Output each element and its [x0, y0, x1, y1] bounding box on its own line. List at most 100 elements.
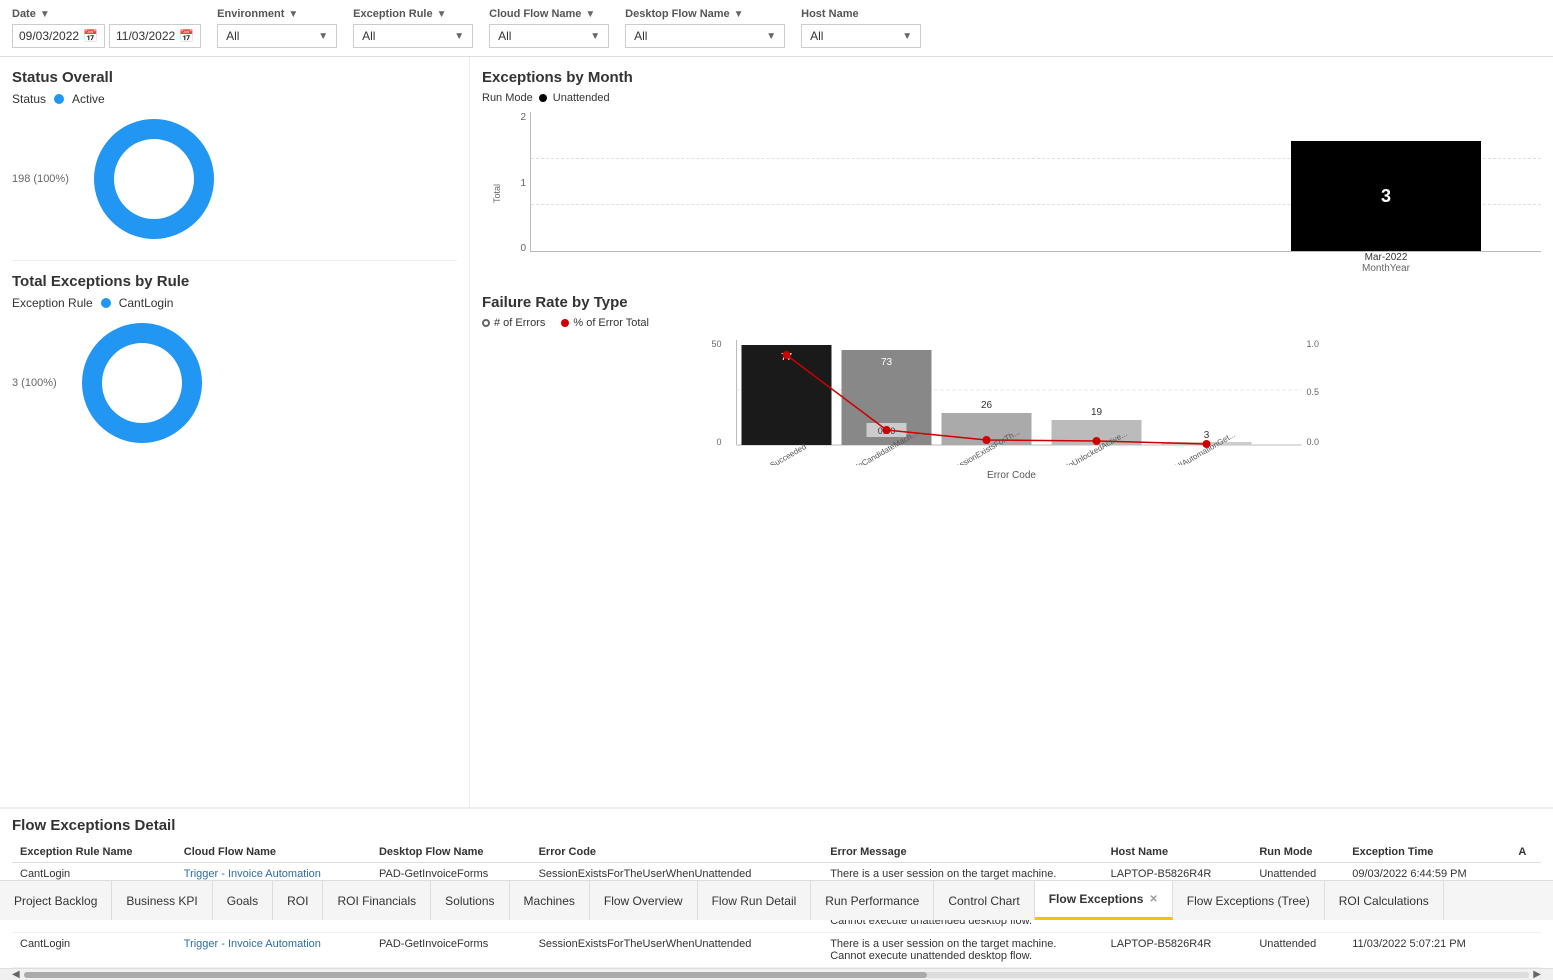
- filter-bar: Date ▼ 09/03/2022 📅 11/03/2022 📅 Environ…: [0, 0, 1553, 57]
- svg-text:1.0: 1.0: [1307, 339, 1320, 349]
- cell-time: 11/03/2022 5:07:21 PM: [1344, 933, 1510, 968]
- status-row: Status Active: [12, 92, 457, 106]
- tab-goals[interactable]: Goals: [213, 881, 273, 920]
- run-mode-dot: [539, 94, 547, 102]
- y-axis-label: Total: [492, 112, 502, 274]
- failure-rate-title: Failure Rate by Type: [482, 294, 1541, 311]
- tab-label: Machines: [524, 894, 575, 908]
- host-select[interactable]: All ▼: [801, 24, 921, 48]
- col-rule-name: Exception Rule Name: [12, 842, 176, 863]
- calendar-icon-2[interactable]: 📅: [179, 29, 194, 43]
- error-dot-2: [883, 426, 891, 434]
- run-mode-label: Run Mode: [482, 92, 533, 104]
- right-panel: Exceptions by Month Run Mode Unattended …: [470, 57, 1553, 807]
- status-active-dot: [54, 94, 64, 104]
- date-chevron-icon: ▼: [40, 9, 50, 20]
- tab-flow-exceptions[interactable]: Flow Exceptions ✕: [1035, 881, 1173, 920]
- month-label: Mar-2022: [1291, 252, 1481, 263]
- scroll-track[interactable]: [24, 972, 1530, 978]
- exception-filter-group: Exception Rule ▼ All ▼: [353, 8, 473, 48]
- tab-roi-calculations[interactable]: ROI Calculations: [1325, 881, 1444, 920]
- host-filter-group: Host Name All ▼: [801, 8, 921, 48]
- desktop-flow-select[interactable]: All ▼: [625, 24, 785, 48]
- exception-rule-row: Exception Rule CantLogin: [12, 296, 457, 310]
- exception-chevron-icon: ▼: [437, 9, 447, 20]
- left-panel: Status Overall Status Active 198 (100%) …: [0, 57, 470, 807]
- tab-machines[interactable]: Machines: [510, 881, 590, 920]
- cloud-flow-chevron-icon: ▼: [585, 9, 595, 20]
- tab-run-performance[interactable]: Run Performance: [811, 881, 934, 920]
- cell-cloud-flow[interactable]: Trigger - Invoice Automation: [176, 933, 371, 968]
- cell-error-message: There is a user session on the target ma…: [822, 933, 1102, 968]
- svg-text:19: 19: [1091, 407, 1103, 418]
- tab-label: ROI: [287, 894, 308, 908]
- tab-label: Flow Exceptions: [1049, 892, 1144, 906]
- table-row: CantLogin Trigger - Invoice Automation P…: [12, 933, 1541, 968]
- date-filter-group: Date ▼ 09/03/2022 📅 11/03/2022 📅: [12, 8, 201, 48]
- legend-pct: % of Error Total: [561, 317, 649, 329]
- exceptions-chart-wrapper: 2 1 0 3: [506, 112, 1541, 274]
- date-from-input[interactable]: 09/03/2022 📅: [12, 24, 105, 48]
- col-a: A: [1510, 842, 1541, 863]
- exception-rule-value: CantLogin: [119, 296, 174, 310]
- date-to-input[interactable]: 11/03/2022 📅: [109, 24, 201, 48]
- svg-text:Succeeded: Succeeded: [769, 442, 808, 465]
- tab-label: ROI Calculations: [1339, 894, 1429, 908]
- failure-x-label: Error Code: [522, 470, 1501, 481]
- exception-dropdown-icon: ▼: [454, 31, 464, 42]
- status-overall-title: Status Overall: [12, 69, 457, 86]
- tab-close-icon[interactable]: ✕: [1149, 894, 1157, 905]
- failure-legend: # of Errors % of Error Total: [482, 317, 1541, 329]
- exception-select[interactable]: All ▼: [353, 24, 473, 48]
- tab-flow-run-detail[interactable]: Flow Run Detail: [698, 881, 812, 920]
- date-filter-label: Date ▼: [12, 8, 201, 20]
- tab-label: Flow Overview: [604, 894, 683, 908]
- col-error-code: Error Code: [531, 842, 823, 863]
- tab-label: Flow Run Detail: [712, 894, 797, 908]
- cell-run-mode: Unattended: [1251, 933, 1344, 968]
- month-label-area: Mar-2022 MonthYear: [1291, 252, 1481, 274]
- desktop-flow-dropdown-icon: ▼: [766, 31, 776, 42]
- desktop-flow-filter-label: Desktop Flow Name ▼: [625, 8, 785, 20]
- calendar-icon[interactable]: 📅: [83, 29, 98, 43]
- col-host: Host Name: [1103, 842, 1252, 863]
- exceptions-bar: 3: [1291, 141, 1481, 251]
- tab-flow-exceptions-(tree)[interactable]: Flow Exceptions (Tree): [1173, 881, 1325, 920]
- tab-flow-overview[interactable]: Flow Overview: [590, 881, 698, 920]
- tab-roi[interactable]: ROI: [273, 881, 323, 920]
- scroll-left-arrow[interactable]: ◀: [12, 969, 20, 980]
- horizontal-scrollbar[interactable]: ◀ ▶: [0, 968, 1553, 980]
- tab-label: Goals: [227, 894, 258, 908]
- run-mode-row: Run Mode Unattended: [482, 92, 1541, 104]
- env-chevron-icon: ▼: [288, 9, 298, 20]
- cloud-flow-dropdown-icon: ▼: [590, 31, 600, 42]
- tab-roi-financials[interactable]: ROI Financials: [323, 881, 431, 920]
- status-value: Active: [72, 92, 105, 106]
- total-exceptions-title: Total Exceptions by Rule: [12, 273, 457, 290]
- tab-label: Business KPI: [126, 894, 197, 908]
- scroll-right-arrow[interactable]: ▶: [1533, 969, 1541, 980]
- x-label-area: Mar-2022 MonthYear: [530, 252, 1541, 274]
- exceptions-chart-body: 3: [530, 112, 1541, 252]
- tab-control-chart[interactable]: Control Chart: [934, 881, 1034, 920]
- date-inputs: 09/03/2022 📅 11/03/2022 📅: [12, 24, 201, 48]
- env-select[interactable]: All ▼: [217, 24, 337, 48]
- exceptions-chart-area: Total 2 1 0 3: [492, 112, 1541, 274]
- exceptions-by-month-title: Exceptions by Month: [482, 69, 1541, 86]
- cloud-flow-select[interactable]: All ▼: [489, 24, 609, 48]
- svg-text:26: 26: [981, 400, 993, 411]
- tab-label: Flow Exceptions (Tree): [1187, 894, 1310, 908]
- detail-section-title: Flow Exceptions Detail: [12, 817, 1541, 834]
- env-filter-group: Environment ▼ All ▼: [217, 8, 337, 48]
- errors-legend-icon: [482, 319, 490, 327]
- tab-project-backlog[interactable]: Project Backlog: [0, 881, 112, 920]
- tab-solutions[interactable]: Solutions: [431, 881, 509, 920]
- exception-rule-label: Exception Rule: [12, 296, 93, 310]
- tab-bar: Project Backlog Business KPI Goals ROI ROI F…: [0, 880, 1553, 920]
- desktop-flow-chevron-icon: ▼: [734, 9, 744, 20]
- col-run-mode: Run Mode: [1251, 842, 1344, 863]
- host-filter-label: Host Name: [801, 8, 921, 20]
- cell-host: LAPTOP-B5826R4R: [1103, 933, 1252, 968]
- scroll-thumb[interactable]: [24, 972, 927, 978]
- tab-business-kpi[interactable]: Business KPI: [112, 881, 212, 920]
